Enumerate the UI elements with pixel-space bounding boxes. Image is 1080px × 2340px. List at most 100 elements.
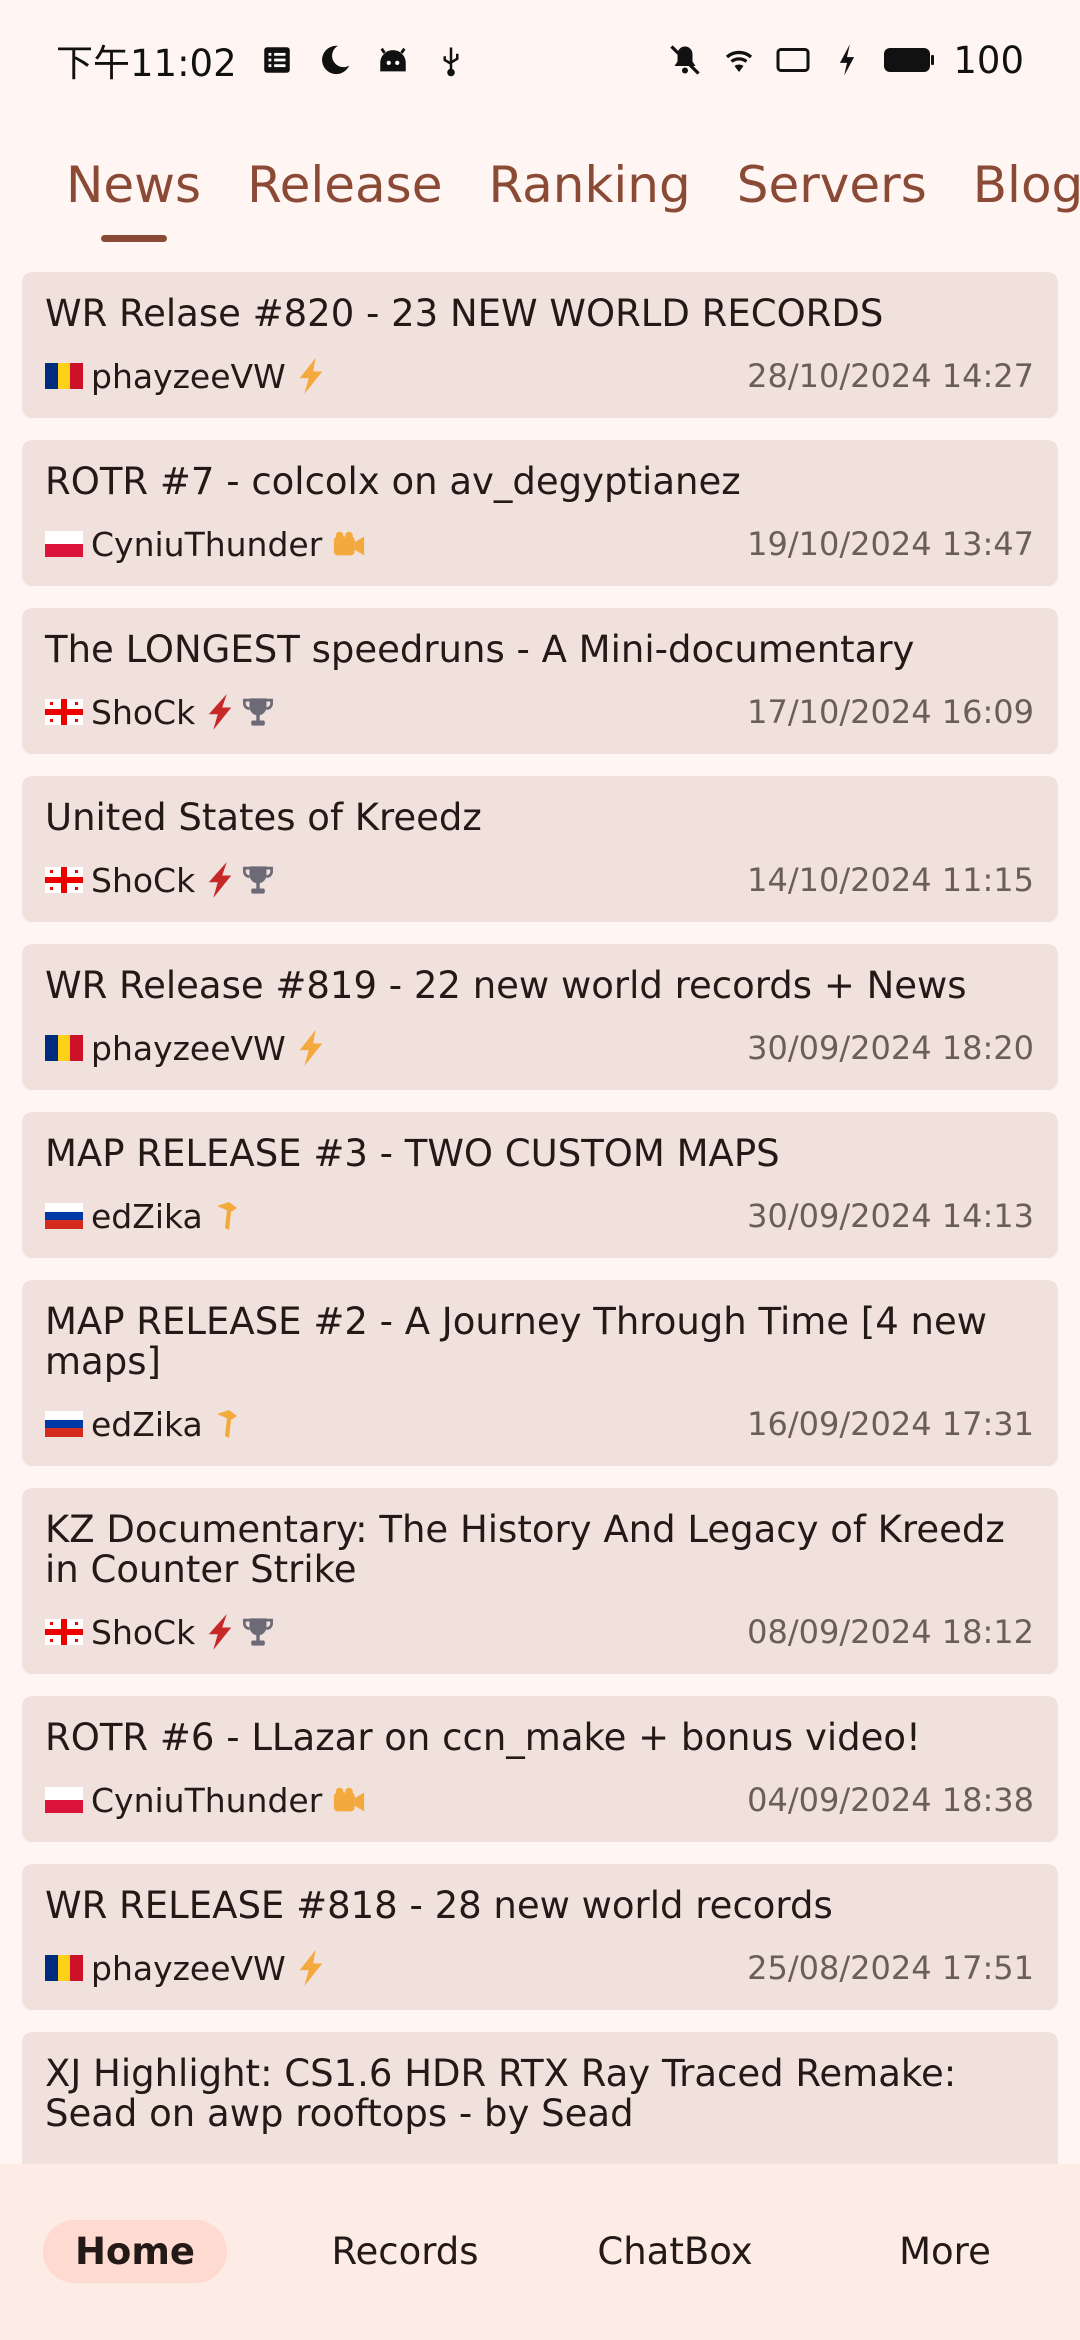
news-title: WR Relase #820 - 23 NEW WORLD RECORDS	[45, 292, 884, 335]
news-meta: ShoCk 14/10/2024 11:15	[45, 858, 1034, 902]
tab-news[interactable]: News	[66, 140, 201, 214]
bottom-navigation: Home Records ChatBox More	[0, 2164, 1080, 2340]
news-title: XJ Highlight: CS1.6 HDR RTX Ray Traced R…	[45, 2052, 957, 2135]
news-card[interactable]: The LONGEST speedruns - A Mini-documenta…	[22, 608, 1058, 754]
news-card[interactable]: WR Release #819 - 22 new world records +…	[22, 944, 1058, 1090]
news-card[interactable]: WR RELEASE #818 - 28 new world records p…	[22, 1864, 1058, 2010]
news-author[interactable]: ShoCk	[91, 693, 195, 732]
news-meta: ShoCk 08/09/2024 18:12	[45, 1610, 1034, 1654]
status-bar: 下午11:02 100	[0, 0, 1080, 120]
news-title: MAP RELEASE #3 - TWO CUSTOM MAPS	[45, 1132, 780, 1175]
news-card[interactable]: MAP RELEASE #3 - TWO CUSTOM MAPS edZika …	[22, 1112, 1058, 1258]
wifi-icon	[721, 42, 757, 78]
android-icon	[375, 42, 411, 78]
tab-servers[interactable]: Servers	[737, 140, 927, 214]
status-left: 下午11:02	[56, 33, 469, 87]
red-bolt-icon	[205, 693, 239, 731]
news-card[interactable]: ROTR #6 - LLazar on ccn_make + bonus vid…	[22, 1696, 1058, 1842]
georgia-flag-icon	[45, 699, 83, 725]
news-card[interactable]: United States of Kreedz ShoCk 14/10/2024…	[22, 776, 1058, 922]
news-author[interactable]: ShoCk	[91, 1613, 195, 1652]
news-author[interactable]: phayzeeVW	[91, 1029, 286, 1068]
trophy-icon	[241, 861, 275, 899]
nav-more[interactable]: More	[810, 2220, 1080, 2283]
georgia-flag-icon	[45, 1619, 83, 1645]
georgia-flag-icon	[45, 867, 83, 893]
news-date: 30/09/2024 18:20	[747, 1029, 1034, 1067]
news-title: ROTR #7 - colcolx on av_degyptianez	[45, 460, 741, 503]
news-author[interactable]: CyniuThunder	[91, 525, 322, 564]
red-bolt-icon	[205, 1613, 239, 1651]
news-title: WR Release #819 - 22 new world records +…	[45, 964, 967, 1007]
tab-ranking[interactable]: Ranking	[488, 140, 690, 214]
red-bolt-icon	[205, 861, 239, 899]
romania-flag-icon	[45, 363, 83, 389]
news-meta: phayzeeVW 28/10/2024 14:27	[45, 354, 1034, 398]
news-date: 17/10/2024 16:09	[747, 693, 1034, 731]
trophy-icon	[241, 693, 275, 731]
news-card[interactable]: KZ Documentary: The History And Legacy o…	[22, 1488, 1058, 1674]
news-date: 04/09/2024 18:38	[747, 1781, 1034, 1819]
russia-flag-icon	[45, 1203, 83, 1229]
mute-icon	[667, 42, 703, 78]
news-card[interactable]: MAP RELEASE #2 - A Journey Through Time …	[22, 1280, 1058, 1466]
nav-chatbox-label: ChatBox	[597, 2230, 753, 2273]
bolt-icon	[296, 1949, 330, 1987]
nav-records[interactable]: Records	[270, 2220, 540, 2283]
news-meta: CyniuThunder 04/09/2024 18:38	[45, 1778, 1034, 1822]
news-card[interactable]: ROTR #7 - colcolx on av_degyptianez Cyni…	[22, 440, 1058, 586]
news-meta: edZika 30/09/2024 14:13	[45, 1194, 1034, 1238]
moon-icon	[317, 42, 353, 78]
news-meta: ShoCk 17/10/2024 16:09	[45, 690, 1034, 734]
status-right: 100	[667, 39, 1024, 82]
news-title: The LONGEST speedruns - A Mini-documenta…	[45, 628, 915, 671]
tab-blog[interactable]: Blog	[973, 140, 1080, 214]
news-title: MAP RELEASE #2 - A Journey Through Time …	[45, 1300, 988, 1383]
app-root: 下午11:02 100 News Release Ranking Servers…	[0, 0, 1080, 2340]
romania-flag-icon	[45, 1955, 83, 1981]
news-author[interactable]: CyniuThunder	[91, 1781, 322, 1820]
news-title: United States of Kreedz	[45, 796, 482, 839]
battery-icon	[883, 42, 935, 78]
nav-home[interactable]: Home	[0, 2220, 270, 2283]
hammer-icon	[213, 1197, 247, 1235]
news-meta: edZika 16/09/2024 17:31	[45, 1402, 1034, 1446]
nav-chatbox[interactable]: ChatBox	[540, 2220, 810, 2283]
charging-icon	[829, 42, 865, 78]
news-date: 30/09/2024 14:13	[747, 1197, 1034, 1235]
status-time: 下午11:02	[56, 42, 237, 85]
news-title: KZ Documentary: The History And Legacy o…	[45, 1508, 1005, 1591]
news-meta: phayzeeVW 30/09/2024 18:20	[45, 1026, 1034, 1070]
poland-flag-icon	[45, 1787, 83, 1813]
news-date: 19/10/2024 13:47	[747, 525, 1034, 563]
russia-flag-icon	[45, 1411, 83, 1437]
usb-icon	[433, 42, 469, 78]
news-title: WR RELEASE #818 - 28 new world records	[45, 1884, 833, 1927]
nav-more-label: More	[899, 2230, 991, 2273]
tab-release[interactable]: Release	[247, 140, 442, 214]
news-author[interactable]: ShoCk	[91, 861, 195, 900]
bolt-icon	[296, 1029, 330, 1067]
news-author[interactable]: edZika	[91, 1405, 203, 1444]
notes-icon	[259, 42, 295, 78]
news-list: WR Relase #820 - 23 NEW WORLD RECORDS ph…	[22, 272, 1058, 2218]
news-meta: phayzeeVW 25/08/2024 17:51	[45, 1946, 1034, 1990]
news-author[interactable]: phayzeeVW	[91, 1949, 286, 1988]
news-author[interactable]: phayzeeVW	[91, 357, 286, 396]
news-date: 16/09/2024 17:31	[747, 1405, 1034, 1443]
cast-icon	[775, 42, 811, 78]
hammer-icon	[213, 1405, 247, 1443]
news-title: ROTR #6 - LLazar on ccn_make + bonus vid…	[45, 1716, 921, 1759]
video-camera-icon	[332, 1781, 366, 1819]
battery-level: 100	[953, 38, 1024, 82]
news-date: 08/09/2024 18:12	[747, 1613, 1034, 1651]
news-date: 28/10/2024 14:27	[747, 357, 1034, 395]
trophy-icon	[241, 1613, 275, 1651]
news-author[interactable]: edZika	[91, 1197, 203, 1236]
nav-home-label: Home	[42, 2220, 228, 2283]
news-meta: CyniuThunder 19/10/2024 13:47	[45, 522, 1034, 566]
top-tab-bar: News Release Ranking Servers Blog	[0, 140, 1080, 250]
nav-records-label: Records	[331, 2230, 479, 2273]
news-card[interactable]: WR Relase #820 - 23 NEW WORLD RECORDS ph…	[22, 272, 1058, 418]
news-date: 25/08/2024 17:51	[747, 1949, 1034, 1987]
